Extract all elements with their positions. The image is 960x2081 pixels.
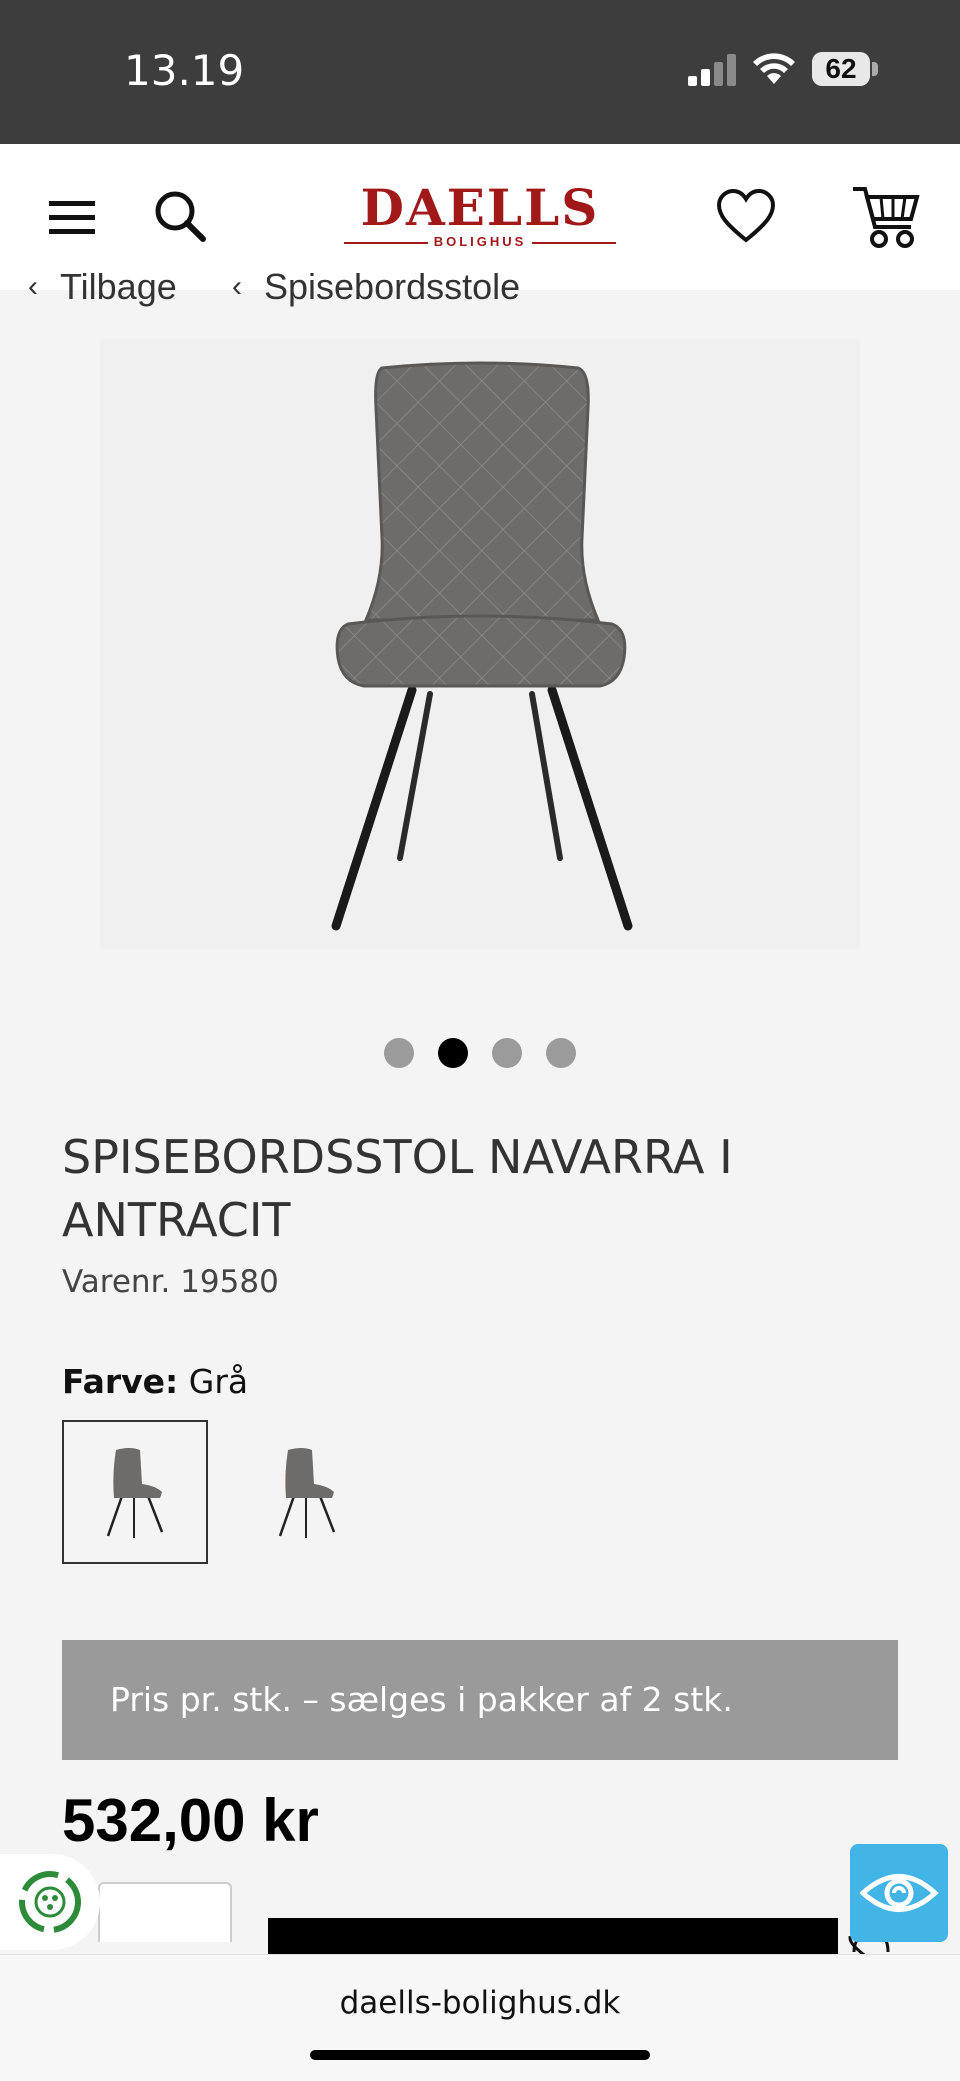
color-value: Grå — [188, 1362, 249, 1401]
status-time: 13.19 — [124, 46, 245, 95]
gallery-dot[interactable] — [546, 1038, 576, 1068]
chevron-left-icon: ‹ — [232, 270, 242, 303]
gallery-dot-active[interactable] — [438, 1038, 468, 1068]
category-label: Spisebordsstole — [264, 266, 521, 307]
home-indicator[interactable] — [310, 2050, 650, 2060]
chevron-left-icon: ‹ — [28, 270, 38, 303]
category-link[interactable]: ‹ Spisebordsstole — [232, 266, 520, 308]
wifi-icon — [753, 53, 795, 84]
product-title: SPISEBORDSSTOL NAVARRA I ANTRACIT — [62, 1130, 733, 1247]
brand-subtitle: BOLIGHUS — [344, 234, 616, 249]
url-text: daells-bolighus.dk — [339, 1985, 621, 2021]
color-label: Farve: — [62, 1362, 179, 1401]
product-sku: Varenr. 19580 — [62, 1264, 279, 1300]
chair-illustration — [331, 361, 633, 931]
add-to-cart-button[interactable] — [268, 1918, 838, 1958]
brand-name: DAELLS — [360, 178, 600, 237]
battery-indicator: 62 — [812, 52, 870, 86]
cellular-signal-icon — [688, 54, 736, 86]
color-swatch-selected[interactable] — [62, 1420, 208, 1564]
accessibility-button[interactable] — [850, 1844, 948, 1942]
recycle-icon — [19, 1871, 81, 1933]
eco-badge[interactable] — [0, 1854, 100, 1950]
color-swatch[interactable] — [234, 1420, 380, 1564]
cart-icon[interactable] — [850, 182, 922, 252]
chair-thumbnail — [106, 1448, 164, 1538]
menu-icon[interactable] — [46, 194, 98, 240]
back-label: Tilbage — [60, 266, 177, 307]
gallery-pagination — [384, 1038, 576, 1068]
package-notice: Pris pr. stk. – sælges i pakker af 2 stk… — [62, 1640, 898, 1760]
battery-tip — [872, 62, 878, 76]
product-price: 532,00 kr — [62, 1787, 319, 1854]
status-bar: 13.19 62 — [0, 0, 960, 144]
chair-thumbnail — [278, 1448, 336, 1538]
gallery-dot[interactable] — [384, 1038, 414, 1068]
color-selector-label: Farve: Grå — [62, 1362, 248, 1401]
browser-url-bar[interactable]: daells-bolighus.dk — [0, 1954, 960, 2081]
gallery-dot[interactable] — [492, 1038, 522, 1068]
breadcrumb: ‹ Tilbage ‹ Spisebordsstole — [0, 262, 960, 310]
back-link[interactable]: ‹ Tilbage — [28, 266, 177, 308]
eye-icon — [859, 1874, 939, 1912]
heart-icon[interactable] — [714, 184, 778, 248]
brand-logo[interactable]: DAELLS BOLIGHUS — [344, 182, 616, 252]
product-image[interactable] — [100, 338, 860, 950]
quantity-stepper[interactable] — [98, 1882, 232, 1942]
search-icon[interactable] — [150, 186, 210, 246]
